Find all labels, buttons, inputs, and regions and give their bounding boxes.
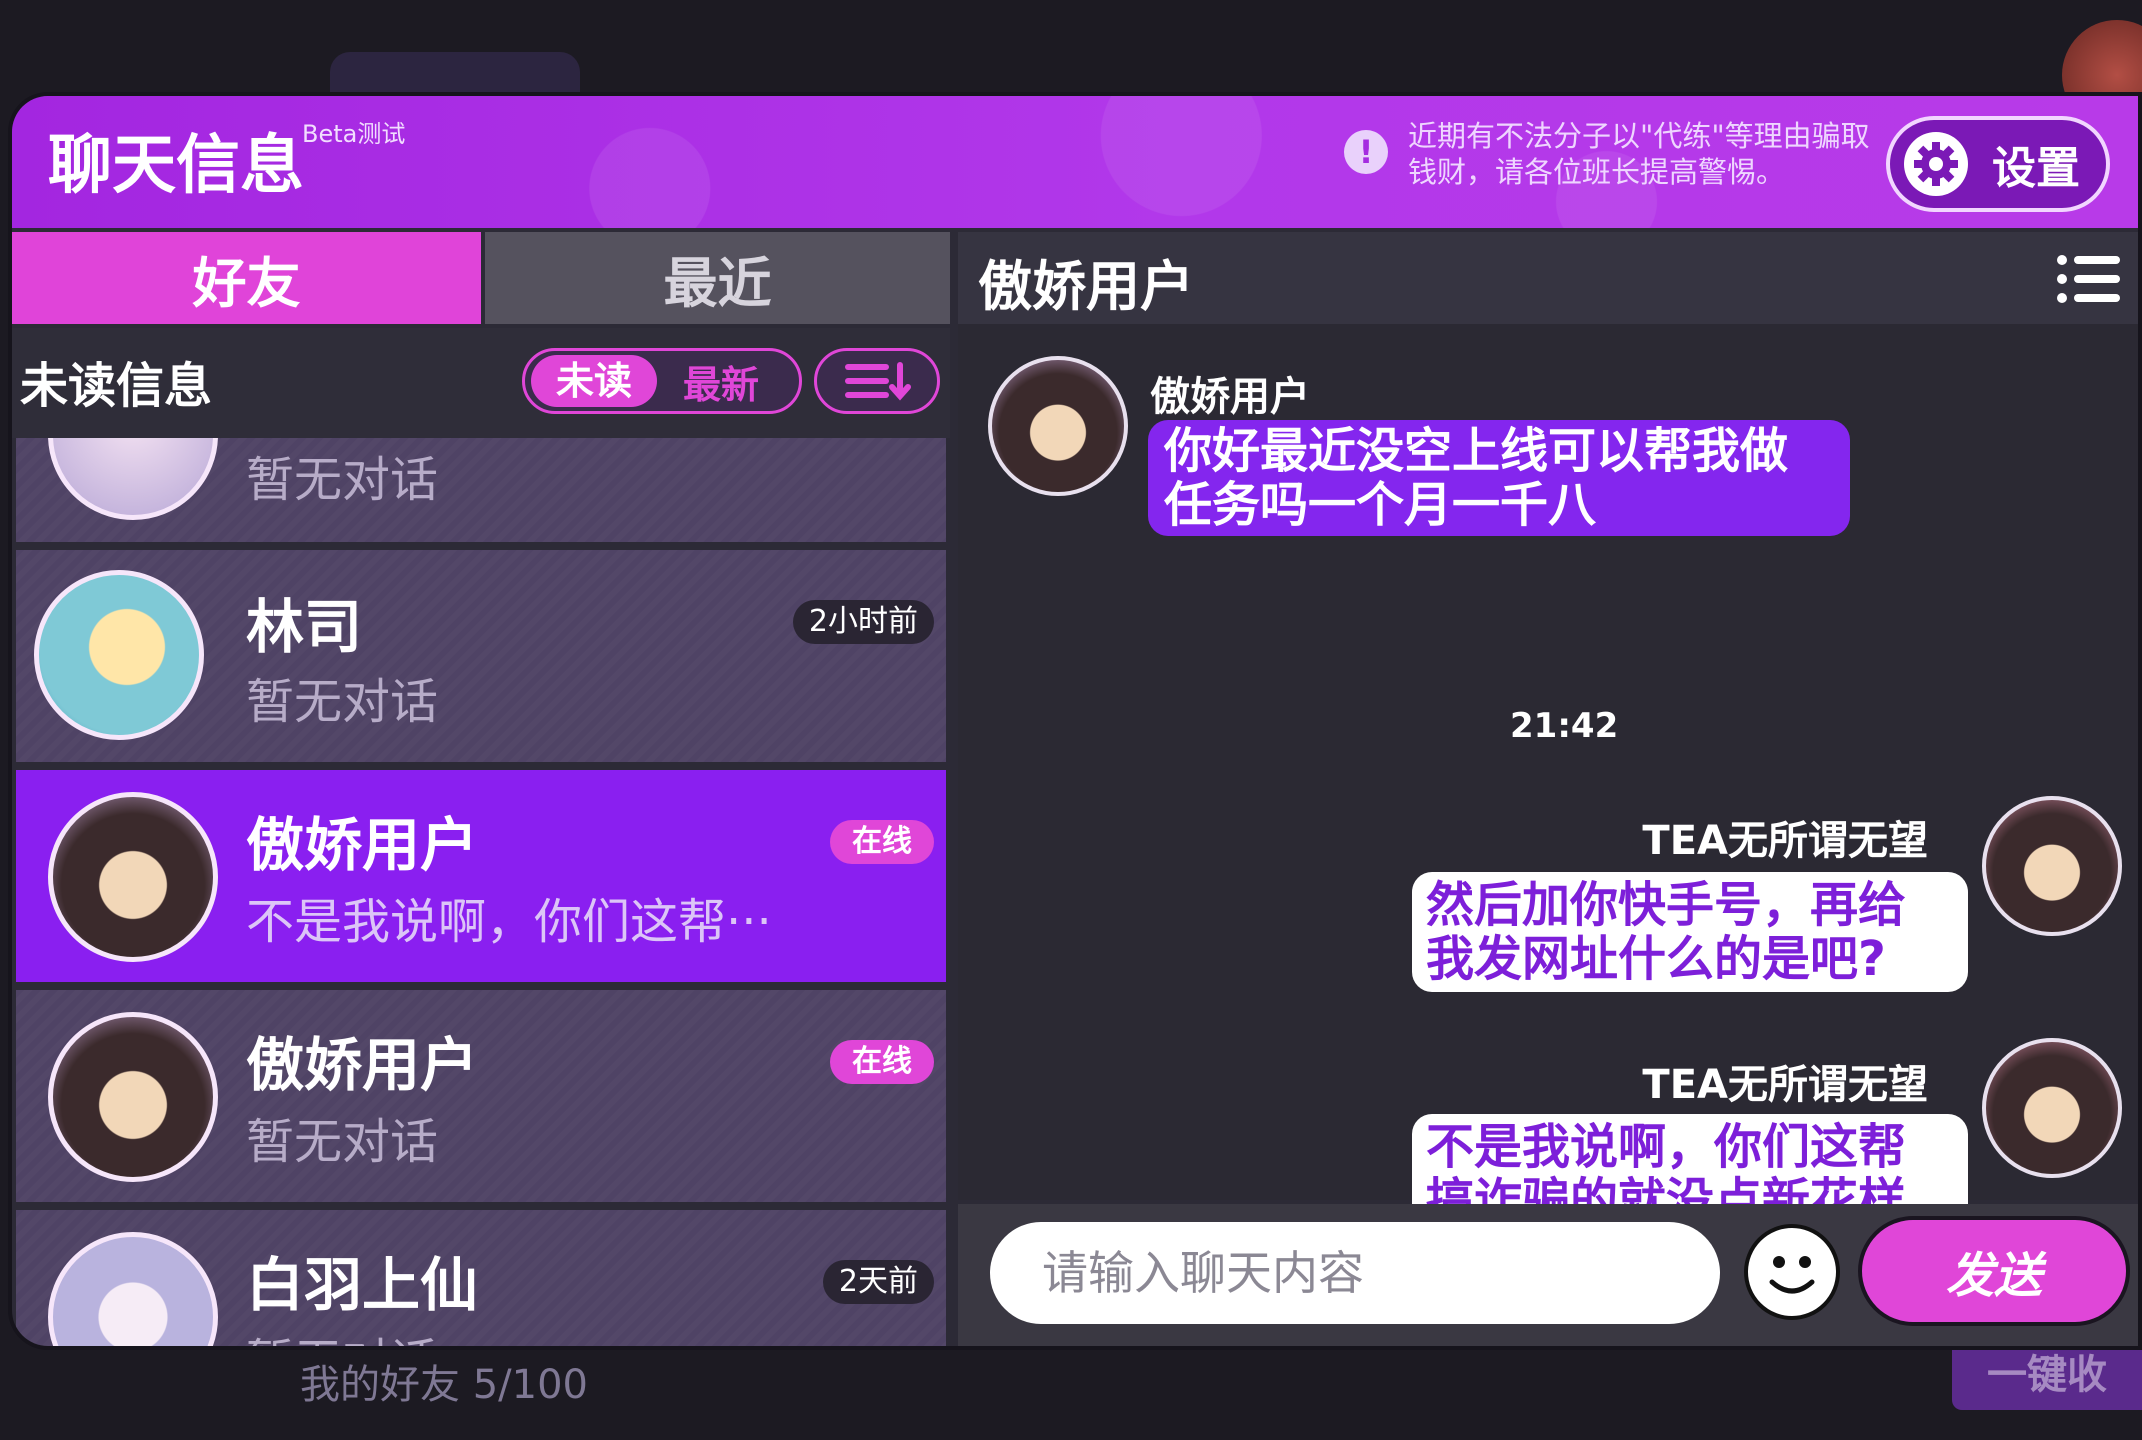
avatar: [48, 1232, 218, 1346]
friend-name: 傲娇用户: [246, 1031, 479, 1099]
emoji-icon: [1769, 1256, 1815, 1294]
message-bubble-outgoing: 然后加你快手号，再给 我发网址什么的是吧?: [1412, 872, 1968, 992]
friends-count: 我的好友 5/100: [300, 1362, 588, 1408]
time-badge: 2天前: [822, 1260, 934, 1304]
friend-item[interactable]: 暂无对话: [16, 438, 946, 542]
avatar: [48, 1012, 218, 1182]
sort-button[interactable]: [814, 348, 940, 414]
chat-panel: 聊天信息 Beta测试 ! 近期有不法分子以"代练"等理由骗取钱财，请各位班长提…: [8, 92, 2142, 1350]
chat-input[interactable]: [990, 1222, 1720, 1324]
avatar: [48, 792, 218, 962]
chat-messages: 傲娇用户 你好最近没空上线可以帮我做 任务吗一个月一千八 21:42 TEA无所…: [958, 324, 2138, 1288]
friend-name: 林司: [246, 593, 363, 661]
message-sender: TEA无所谓无望: [1642, 818, 1928, 864]
friend-item[interactable]: 林司 暂无对话 2小时前: [16, 550, 946, 762]
tab-friends[interactable]: 好友: [12, 232, 481, 324]
friend-message: 暂无对话: [246, 452, 439, 508]
avatar: [1982, 796, 2122, 936]
message-bubble-incoming: 你好最近没空上线可以帮我做 任务吗一个月一千八: [1148, 420, 1850, 536]
message-timestamp: 21:42: [1510, 706, 1619, 746]
avatar: [34, 570, 204, 740]
friend-item[interactable]: 傲娇用户 暂无对话 在线: [16, 990, 946, 1202]
time-badge: 2小时前: [792, 600, 934, 644]
message-sender: 傲娇用户: [1150, 374, 1310, 420]
friend-message: 暂无对话: [246, 674, 439, 730]
menu-icon[interactable]: [2056, 254, 2122, 304]
friend-message: 暂无对话: [246, 1322, 438, 1346]
toggle-unread[interactable]: 未读: [531, 355, 657, 407]
tab-recent[interactable]: 最近: [481, 232, 950, 324]
friend-name: 白羽上仙: [246, 1251, 479, 1319]
unread-newest-toggle[interactable]: 未读 最新: [522, 348, 802, 414]
friend-name: 傲娇用户: [246, 811, 479, 879]
friend-message: 暂无对话: [246, 1114, 439, 1170]
chat-header: 傲娇用户: [958, 232, 2138, 324]
friend-tabs: 好友 最近: [12, 232, 950, 324]
online-badge: 在线: [830, 1040, 934, 1084]
message-sender: TEA无所谓无望: [1642, 1062, 1928, 1108]
online-badge: 在线: [830, 820, 934, 864]
avatar: [1982, 1038, 2122, 1178]
warning-icon: !: [1344, 130, 1388, 174]
chat-input-bar: 发送: [958, 1204, 2138, 1346]
settings-label: 设置: [1992, 143, 2080, 194]
chat-title: 傲娇用户: [978, 255, 1194, 318]
sort-icon: [845, 362, 911, 401]
page-title: 聊天信息: [48, 129, 304, 203]
friend-message: 不是我说啊，你们这帮···: [246, 894, 772, 950]
gear-icon: [1904, 132, 1968, 196]
friend-item[interactable]: 白羽上仙 暂无对话 2天前: [16, 1210, 946, 1346]
warning-text: 近期有不法分子以"代练"等理由骗取钱财，请各位班长提高警惕。: [1408, 119, 1870, 189]
avatar: [48, 438, 218, 520]
settings-button[interactable]: 设置: [1886, 116, 2110, 212]
emoji-button[interactable]: [1744, 1224, 1840, 1320]
friend-item-selected[interactable]: 傲娇用户 不是我说啊，你们这帮··· 在线: [16, 770, 946, 982]
send-button[interactable]: 发送: [1858, 1216, 2130, 1326]
collect-all-button[interactable]: 一键收: [1952, 1340, 2142, 1410]
unread-title: 未读信息: [20, 358, 213, 414]
friend-list: 暂无对话 林司 暂无对话 2小时前 傲娇用户 不是我说啊，你们这帮··· 在线 …: [12, 438, 950, 1346]
beta-label: Beta测试: [302, 120, 406, 148]
unread-bar: 未读信息 未读 最新: [12, 328, 950, 438]
avatar: [988, 356, 1128, 496]
toggle-newest[interactable]: 最新: [683, 354, 759, 409]
panel-header: 聊天信息 Beta测试 ! 近期有不法分子以"代练"等理由骗取钱财，请各位班长提…: [12, 96, 2138, 228]
